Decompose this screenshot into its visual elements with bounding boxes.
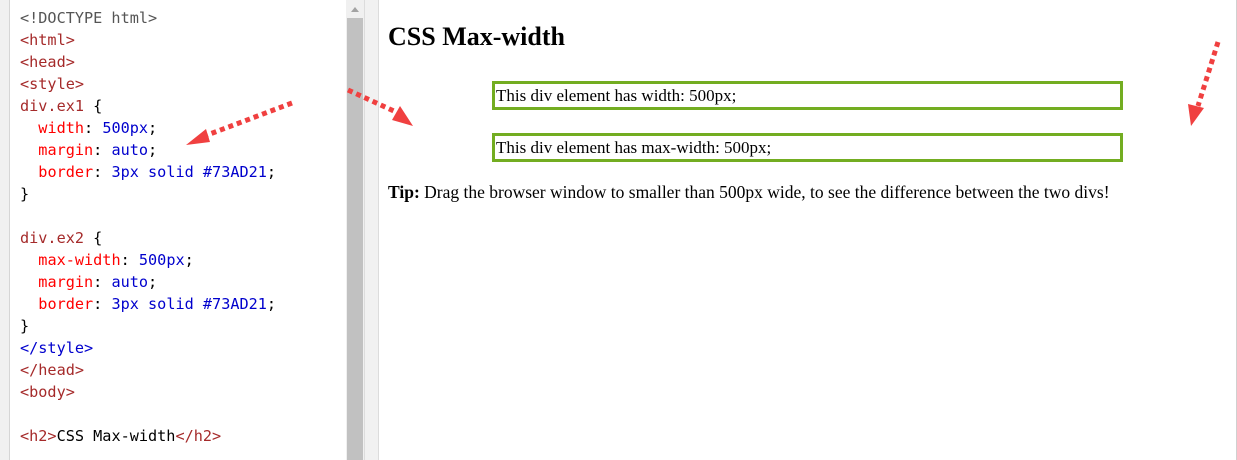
code-token: max-width <box>38 251 121 269</box>
width-demo-box: This div element has width: 500px; <box>492 81 1123 110</box>
code-token: } <box>20 317 30 335</box>
code-token: 3px solid #73AD21 <box>111 295 267 313</box>
tip-text: Drag the browser window to smaller than … <box>419 182 1110 202</box>
code-line[interactable]: <html> <box>20 29 346 51</box>
code-content[interactable]: <!DOCTYPE html> <html> <head> <style> div.ex… <box>11 0 346 447</box>
code-token: 500px <box>102 119 149 137</box>
code-token: ; <box>148 119 158 137</box>
code-line[interactable] <box>20 205 346 227</box>
code-scrollbar[interactable] <box>346 0 364 460</box>
code-token: ; <box>184 251 194 269</box>
code-line[interactable]: margin: auto; <box>20 139 346 161</box>
tip-label: Tip: <box>388 182 420 202</box>
code-token: : <box>120 251 139 269</box>
code-token: : <box>93 295 112 313</box>
code-line[interactable]: } <box>20 183 346 205</box>
code-line[interactable]: margin: auto; <box>20 271 346 293</box>
code-token: div.ex2 <box>20 229 85 247</box>
scroll-up-button[interactable] <box>346 0 364 18</box>
code-line[interactable]: <h2>CSS Max-width</h2> <box>20 425 346 447</box>
code-token: ; <box>148 273 158 291</box>
code-token: : <box>93 163 112 181</box>
code-token: <h2> <box>20 427 57 445</box>
code-line[interactable]: max-width: 500px; <box>20 249 346 271</box>
code-line[interactable]: } <box>20 315 346 337</box>
code-line[interactable]: width: 500px; <box>20 117 346 139</box>
page-title: CSS Max-width <box>388 22 565 51</box>
code-token: } <box>20 185 30 203</box>
code-token: <head> <box>20 53 75 71</box>
code-token: CSS Max-width <box>56 427 176 445</box>
code-token: 500px <box>138 251 185 269</box>
code-token: </style> <box>20 339 94 357</box>
code-token: div.ex1 <box>20 97 85 115</box>
pane-resize-divider[interactable] <box>364 0 379 460</box>
code-token: border <box>38 295 94 313</box>
code-line[interactable]: </head> <box>20 359 346 381</box>
code-token: <html> <box>20 31 75 49</box>
code-token: { <box>84 229 103 247</box>
code-line[interactable]: <!DOCTYPE html> <box>20 7 346 29</box>
code-token: <body> <box>20 383 75 401</box>
code-line[interactable]: border: 3px solid #73AD21; <box>20 161 346 183</box>
code-token: { <box>84 97 103 115</box>
code-token: border <box>38 163 94 181</box>
code-line[interactable]: div.ex1 { <box>20 95 346 117</box>
code-token: auto <box>111 273 149 291</box>
code-token: </head> <box>20 361 85 379</box>
code-editor[interactable]: <!DOCTYPE html> <html> <head> <style> div.ex… <box>11 0 346 460</box>
code-token: <!DOCTYPE html> <box>20 9 158 27</box>
code-token: </h2> <box>175 427 222 445</box>
code-token: : <box>93 273 112 291</box>
code-token: ; <box>266 163 277 181</box>
code-token: : <box>84 119 103 137</box>
code-token: : <box>93 141 112 159</box>
max-width-demo-box: This div element has max-width: 500px; <box>492 133 1123 162</box>
code-token: auto <box>111 141 149 159</box>
code-token: ; <box>148 141 158 159</box>
code-token: width <box>38 119 85 137</box>
result-preview: CSS Max-width This div element has width… <box>379 0 1237 460</box>
code-line[interactable]: </style> <box>20 337 346 359</box>
tryit-editor-window: <!DOCTYPE html> <html> <head> <style> div.ex… <box>0 0 1237 460</box>
code-token: 3px solid #73AD21 <box>111 163 267 181</box>
code-token: <style> <box>20 75 85 93</box>
code-line[interactable]: border: 3px solid #73AD21; <box>20 293 346 315</box>
tip-paragraph: Tip: Drag the browser window to smaller … <box>388 182 1110 203</box>
code-line[interactable]: <body> <box>20 381 346 403</box>
code-line[interactable]: div.ex2 { <box>20 227 346 249</box>
code-token: margin <box>38 273 94 291</box>
code-token: margin <box>38 141 94 159</box>
scroll-thumb[interactable] <box>347 18 363 460</box>
code-line[interactable]: <head> <box>20 51 346 73</box>
caret-up-icon <box>351 6 359 12</box>
code-line[interactable] <box>20 403 346 425</box>
editor-left-border <box>0 0 10 460</box>
code-token: ; <box>266 295 277 313</box>
code-line[interactable]: <style> <box>20 73 346 95</box>
